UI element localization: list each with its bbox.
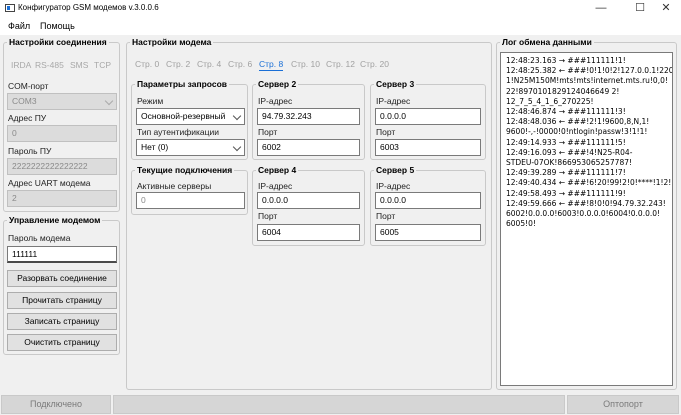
server-2-ip-label: IP-адрес: [258, 96, 293, 106]
current-connections-title: Текущие подключения: [135, 165, 235, 176]
minimize-button[interactable]: —: [586, 0, 616, 17]
server-4-port-field[interactable]: 6004: [257, 224, 360, 241]
auth-type-label: Тип аутентификации: [137, 127, 220, 137]
modem-control-title: Управление модемом: [7, 215, 103, 226]
modem-settings-title: Настройки модема: [130, 37, 214, 48]
modem-tab-4[interactable]: Стр. 4: [197, 59, 221, 69]
log-textarea[interactable]: 12:48:23.163 → ###111111!1! 12:48:25.382…: [500, 52, 673, 386]
server-2-port-field[interactable]: 6002: [257, 139, 360, 156]
status-port: Оптопорт: [567, 395, 679, 414]
modem-password-field[interactable]: 111111: [7, 246, 117, 263]
chevron-down-icon: [104, 96, 114, 106]
server-2-port-label: Порт: [258, 127, 278, 137]
modem-tab-8[interactable]: Стр. 8: [259, 59, 284, 71]
address-field[interactable]: 0: [7, 125, 117, 142]
request-params-title: Параметры запросов: [135, 79, 230, 90]
conn-tab-irda[interactable]: IRDA: [11, 60, 31, 70]
com-port-select[interactable]: COM3: [7, 93, 117, 110]
close-button[interactable]: ✕: [651, 0, 681, 17]
modem-tab-20[interactable]: Стр. 20: [360, 59, 389, 69]
chevron-down-icon: [232, 142, 242, 152]
server-4-port-label: Порт: [258, 211, 278, 221]
active-servers-field: 0: [136, 192, 245, 209]
server-3-ip-label: IP-адрес: [376, 96, 411, 106]
server-5-port-field[interactable]: 6005: [375, 224, 481, 241]
menu-file[interactable]: Файл: [8, 21, 30, 31]
conn-tab-rs485[interactable]: RS-485: [35, 60, 64, 70]
server-3-ip-field[interactable]: 0.0.0.0: [375, 108, 481, 125]
modem-tab-10[interactable]: Стр. 10: [291, 59, 320, 69]
server-4-ip-label: IP-адрес: [258, 181, 293, 191]
modem-tab-0[interactable]: Стр. 0: [135, 59, 159, 69]
title-bar: Конфигуратор GSM модемов v.3.0.0.6 — ☐ ✕: [0, 0, 681, 17]
chevron-down-icon: [232, 111, 242, 121]
read-page-button[interactable]: Прочитать страницу: [7, 292, 117, 309]
server-5-ip-label: IP-адрес: [376, 181, 411, 191]
uart-address-field[interactable]: 2: [7, 190, 117, 207]
active-servers-label: Активные серверы: [137, 181, 212, 191]
app-icon: [5, 4, 15, 12]
write-page-button[interactable]: Записать страницу: [7, 313, 117, 330]
mode-label: Режим: [137, 96, 164, 106]
auth-type-select[interactable]: Нет (0): [136, 139, 245, 156]
server-3-title: Сервер 3: [374, 79, 417, 90]
server-3-port-field[interactable]: 6003: [375, 139, 481, 156]
uart-address-label: Адрес UART модема: [8, 178, 91, 188]
mode-select[interactable]: Основной-резервный: [136, 108, 245, 125]
server-4-ip-field[interactable]: 0.0.0.0: [257, 192, 360, 209]
modem-tab-12[interactable]: Стр. 12: [326, 59, 355, 69]
clear-page-button[interactable]: Очистить страницу: [7, 334, 117, 351]
modem-tab-2[interactable]: Стр. 2: [166, 59, 190, 69]
server-4-title: Сервер 4: [256, 165, 299, 176]
server-5-port-label: Порт: [376, 211, 396, 221]
server-5-title: Сервер 5: [374, 165, 417, 176]
address-label: Адрес ПУ: [8, 113, 47, 123]
window-title: Конфигуратор GSM модемов v.3.0.0.6: [18, 3, 159, 12]
server-5-ip-field[interactable]: 0.0.0.0: [375, 192, 481, 209]
menu-bar: Файл Помощь: [0, 17, 681, 35]
password-field[interactable]: 2222222222222222: [7, 158, 117, 175]
modem-password-label: Пароль модема: [8, 233, 71, 243]
server-2-title: Сервер 2: [256, 79, 299, 90]
conn-tab-sms[interactable]: SMS: [70, 60, 88, 70]
server-3-port-label: Порт: [376, 127, 396, 137]
com-port-label: COM-порт: [8, 81, 49, 91]
password-label: Пароль ПУ: [8, 146, 52, 156]
status-connection: Подключено: [1, 395, 111, 414]
menu-help[interactable]: Помощь: [40, 21, 75, 31]
status-middle: [113, 395, 565, 414]
modem-tab-6[interactable]: Стр. 6: [228, 59, 252, 69]
connection-settings-title: Настройки соединения: [7, 37, 109, 48]
server-2-ip-field[interactable]: 94.79.32.243: [257, 108, 360, 125]
conn-tab-tcp[interactable]: TCP: [94, 60, 111, 70]
disconnect-button[interactable]: Разорвать соединение: [7, 270, 117, 287]
log-title: Лог обмена данными: [500, 37, 594, 48]
